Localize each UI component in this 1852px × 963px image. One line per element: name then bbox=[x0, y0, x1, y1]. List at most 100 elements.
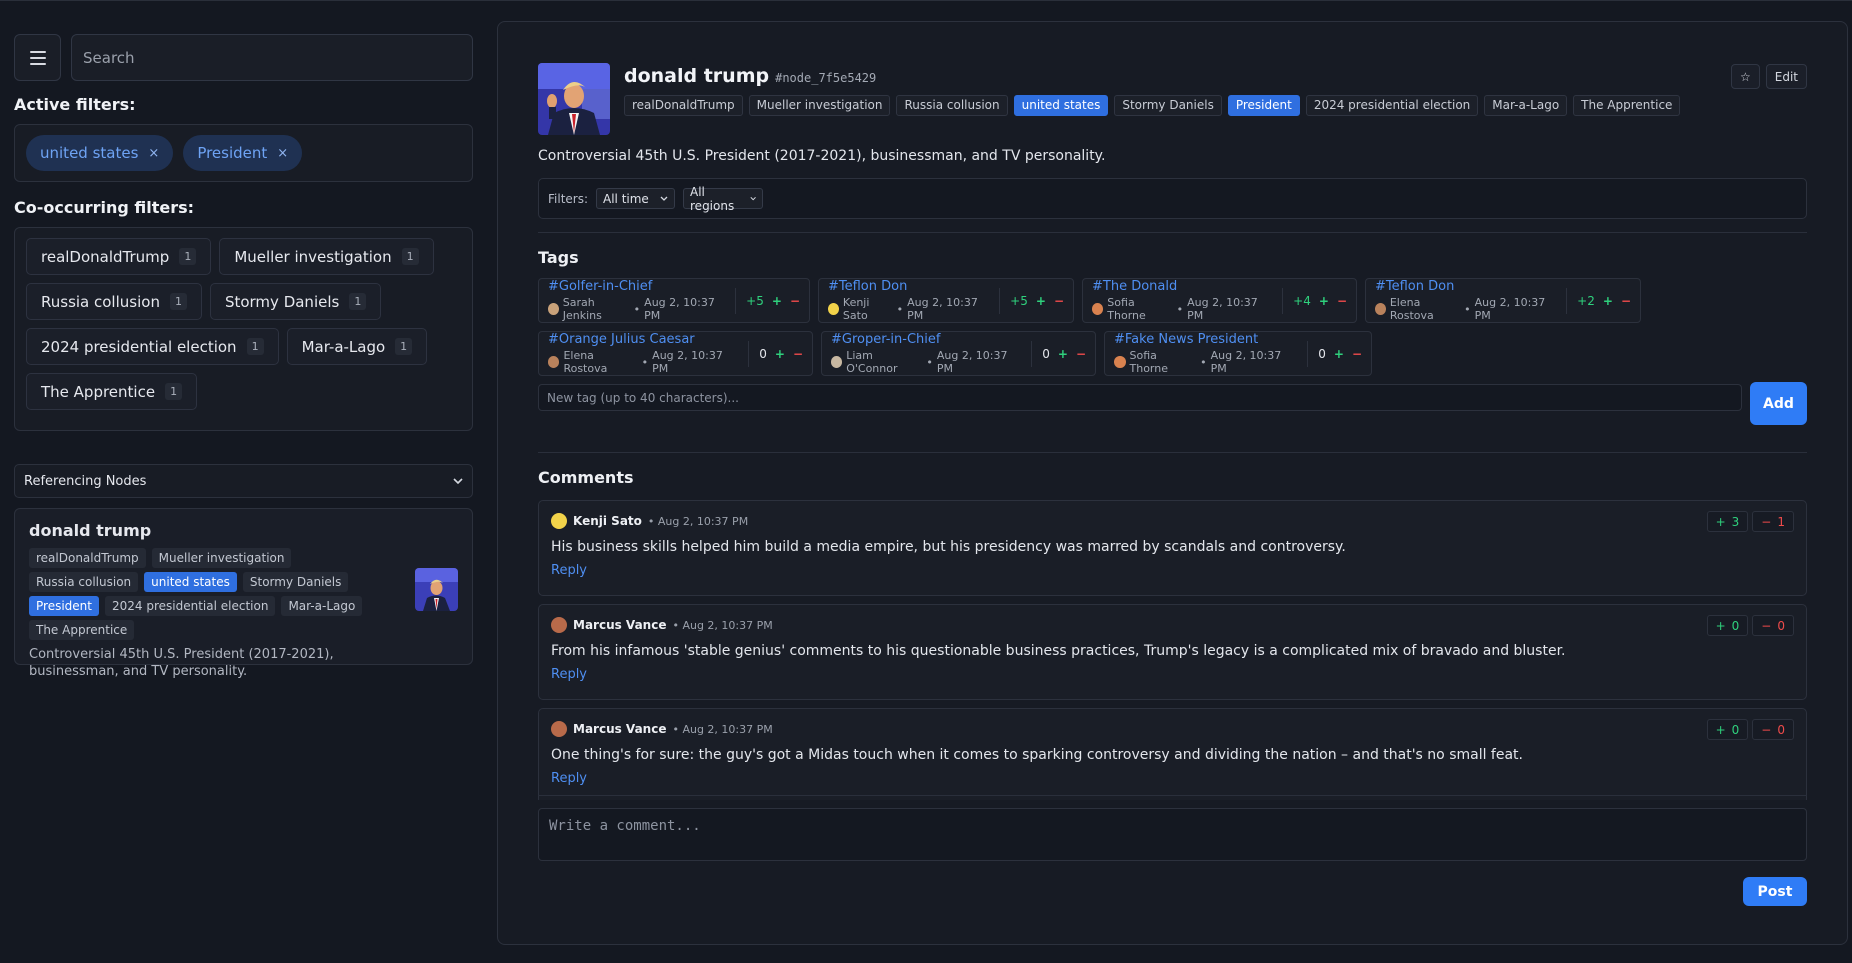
tag-name[interactable]: #Orange Julius Caesar bbox=[548, 332, 738, 347]
node-tag[interactable]: Mar-a-Lago bbox=[1484, 95, 1568, 116]
star-button[interactable]: ☆ bbox=[1730, 64, 1760, 89]
chip-label: Russia collusion bbox=[41, 292, 160, 311]
edit-button[interactable]: Edit bbox=[1765, 64, 1807, 89]
tag-score: +5 bbox=[1010, 293, 1028, 308]
post-comment-button[interactable]: Post bbox=[1743, 877, 1807, 906]
upvote-icon[interactable]: + bbox=[1319, 294, 1329, 308]
tag-author: Sarah Jenkins bbox=[562, 296, 602, 322]
tag-name[interactable]: #Golfer-in-Chief bbox=[548, 279, 725, 294]
node-tag[interactable]: Mueller investigation bbox=[748, 95, 891, 116]
tag-card-text: #Teflon Don Kenji Sato • Aug 2, 10:37 PM bbox=[828, 279, 989, 322]
cooccurring-chip[interactable]: Mueller investigation 1 bbox=[219, 238, 434, 275]
node-tag[interactable]: The Apprentice bbox=[1573, 95, 1681, 116]
region-filter-select[interactable]: All regions bbox=[683, 185, 764, 213]
downvote-icon[interactable]: − bbox=[790, 294, 800, 308]
menu-button[interactable] bbox=[14, 34, 61, 81]
new-tag-input[interactable] bbox=[538, 384, 1742, 411]
chip-label: realDonaldTrump bbox=[41, 247, 170, 266]
tag-card-text: #Teflon Don Elena Rostova • Aug 2, 10:37 P… bbox=[1375, 279, 1556, 322]
upvote-icon[interactable]: + bbox=[1036, 294, 1046, 308]
user-avatar bbox=[551, 721, 567, 737]
upvote-button[interactable]: +0 bbox=[1706, 719, 1749, 740]
ref-node-tag: Stormy Daniels bbox=[242, 572, 349, 592]
reply-link[interactable]: Reply bbox=[551, 563, 1794, 578]
search-input[interactable] bbox=[71, 34, 473, 81]
cooccurring-chip[interactable]: realDonaldTrump 1 bbox=[26, 238, 212, 275]
reply-link[interactable]: Reply bbox=[551, 771, 1794, 786]
node-tag[interactable]: 2024 presidential election bbox=[1305, 95, 1479, 116]
tag-time: Aug 2, 10:37 PM bbox=[1187, 296, 1258, 322]
referencing-nodes-select[interactable]: Referencing Nodes bbox=[14, 464, 473, 498]
remove-filter-icon[interactable]: × bbox=[148, 146, 159, 161]
downvote-icon[interactable]: − bbox=[1076, 347, 1086, 361]
comment-author: Marcus Vance bbox=[573, 722, 667, 736]
upvote-icon[interactable]: + bbox=[1334, 347, 1344, 361]
user-avatar bbox=[548, 356, 560, 368]
ref-node-tag: President bbox=[29, 596, 99, 616]
ref-node-tag: 2024 presidential election bbox=[104, 596, 276, 616]
chevron-down-icon bbox=[660, 196, 668, 201]
cooccurring-chip[interactable]: Stormy Daniels 1 bbox=[209, 283, 382, 320]
time-filter-select[interactable]: All time bbox=[596, 188, 676, 209]
filters-label: Filters: bbox=[548, 191, 589, 206]
tag-name[interactable]: #The Donald bbox=[1092, 279, 1272, 294]
tag-name[interactable]: #Teflon Don bbox=[1375, 279, 1556, 294]
ref-node-name: donald trump bbox=[29, 521, 152, 540]
node-tag[interactable]: President bbox=[1227, 95, 1300, 116]
time-filter-value: All time bbox=[603, 191, 649, 206]
user-avatar bbox=[831, 356, 843, 368]
comment-votes: +0 −0 bbox=[1706, 719, 1794, 740]
cooccurring-chip[interactable]: Mar-a-Lago 1 bbox=[286, 328, 428, 365]
comments-list: Kenji Sato • Aug 2, 10:37 PM His busines… bbox=[538, 500, 1807, 800]
downvote-icon[interactable]: − bbox=[1337, 294, 1347, 308]
tag-votes: 0 + − bbox=[748, 340, 803, 367]
downvote-icon[interactable]: − bbox=[1352, 347, 1362, 361]
user-avatar bbox=[548, 303, 559, 315]
tag-author: Kenji Sato bbox=[842, 296, 870, 322]
minus-icon: − bbox=[1761, 618, 1772, 633]
comment-input[interactable] bbox=[538, 808, 1807, 861]
upvote-icon[interactable]: + bbox=[772, 294, 782, 308]
downvote-icon[interactable]: − bbox=[1621, 294, 1631, 308]
tag-card: #Golfer-in-Chief Sarah Jenkins • Aug 2, 10… bbox=[538, 278, 810, 323]
tag-name[interactable]: #Teflon Don bbox=[828, 279, 989, 294]
downvote-icon[interactable]: − bbox=[1054, 294, 1064, 308]
add-tag-button[interactable]: Add bbox=[1750, 382, 1807, 425]
node-description: Controversial 45th U.S. President (2017-… bbox=[538, 148, 1106, 164]
ref-node-tag: Russia collusion bbox=[29, 572, 139, 592]
reply-link[interactable]: Reply bbox=[551, 667, 1794, 682]
cooccurring-chip[interactable]: The Apprentice 1 bbox=[26, 373, 198, 410]
menu-icon-line bbox=[29, 56, 46, 59]
tags-area: #Golfer-in-Chief Sarah Jenkins • Aug 2, 10… bbox=[538, 278, 1807, 425]
referencing-node-card[interactable]: donald trump realDonaldTrump Mueller inv… bbox=[14, 508, 473, 679]
upvote-icon[interactable]: + bbox=[1058, 347, 1068, 361]
chip-label: The Apprentice bbox=[41, 382, 156, 401]
downvote-button[interactable]: −0 bbox=[1752, 615, 1794, 636]
node-tag[interactable]: Russia collusion bbox=[896, 95, 1008, 116]
upvote-button[interactable]: +3 bbox=[1706, 511, 1749, 532]
comment-text: From his infamous 'stable genius' commen… bbox=[551, 643, 1566, 659]
upvote-icon[interactable]: + bbox=[1603, 294, 1613, 308]
tag-author: Sofia Thorne bbox=[1129, 349, 1169, 375]
tag-row: #Golfer-in-Chief Sarah Jenkins • Aug 2, 10… bbox=[538, 278, 1807, 323]
tag-name[interactable]: #Groper-in-Chief bbox=[831, 332, 1021, 347]
comment-author: Marcus Vance bbox=[573, 618, 667, 632]
downvote-button[interactable]: −0 bbox=[1752, 719, 1794, 740]
upvote-button[interactable]: +0 bbox=[1706, 615, 1749, 636]
tag-time: Aug 2, 10:37 PM bbox=[644, 296, 715, 322]
node-tag[interactable]: Stormy Daniels bbox=[1114, 95, 1222, 116]
upvote-icon[interactable]: + bbox=[775, 347, 785, 361]
downvote-icon[interactable]: − bbox=[793, 347, 803, 361]
node-tag[interactable]: united states bbox=[1013, 95, 1109, 116]
active-filter-chip[interactable]: President × bbox=[183, 135, 303, 171]
filters-bar: Filters: All time All regions bbox=[538, 178, 1807, 219]
downvote-button[interactable]: −1 bbox=[1752, 511, 1794, 532]
active-filter-chip[interactable]: united states × bbox=[26, 135, 174, 171]
cooccurring-chip[interactable]: Russia collusion 1 bbox=[26, 283, 202, 320]
node-tag[interactable]: realDonaldTrump bbox=[624, 95, 743, 116]
cooccurring-chip[interactable]: 2024 presidential election 1 bbox=[26, 328, 279, 365]
tag-name[interactable]: #Fake News President bbox=[1114, 332, 1297, 347]
comment: Marcus Vance • Aug 2, 10:37 PM One thing… bbox=[538, 708, 1807, 800]
divider bbox=[538, 232, 1807, 233]
remove-filter-icon[interactable]: × bbox=[277, 146, 288, 161]
